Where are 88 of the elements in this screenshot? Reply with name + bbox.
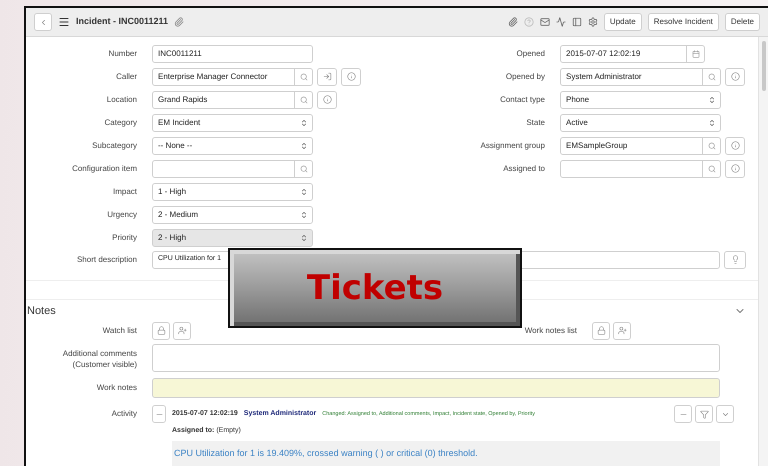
back-button[interactable] — [34, 13, 52, 31]
scrollbar[interactable] — [758, 37, 768, 466]
field-label: Impact — [112, 186, 137, 198]
select-field[interactable]: 2 - High — [152, 228, 313, 246]
field-label: Location — [106, 94, 137, 106]
lock-button[interactable] — [592, 322, 610, 340]
field-label: State — [525, 116, 545, 128]
activity-message: CPU Utilization for 1 is 19.409%, crossed warning ( ) or critical (0) threshold. — [172, 440, 720, 466]
field-label: Assigned to — [502, 162, 545, 174]
select-field[interactable]: 1 - High — [152, 182, 313, 200]
header-button[interactable]: Delete — [724, 13, 760, 31]
select-field[interactable]: 2 - Medium — [152, 206, 313, 224]
mail-icon[interactable] — [540, 17, 550, 27]
field-label: Watch list — [102, 324, 137, 337]
info-button[interactable] — [725, 136, 745, 154]
select-arrows-icon — [708, 118, 716, 126]
input-field[interactable]: 2015-07-07 12:02:19 — [560, 44, 705, 62]
paperclip-icon[interactable] — [508, 17, 518, 27]
input-field[interactable]: Grand Rapids — [152, 90, 313, 108]
field-label: Configuration item — [71, 162, 137, 174]
input-field[interactable]: System Administrator — [560, 68, 721, 86]
add-user-icon — [618, 326, 626, 336]
filter-button[interactable] — [695, 405, 713, 424]
panel-icon[interactable] — [572, 17, 582, 27]
select-field[interactable]: EM Incident — [152, 114, 313, 132]
paperclip-icon[interactable] — [174, 17, 184, 27]
lightbulb-button[interactable] — [724, 250, 746, 269]
info-icon — [322, 95, 332, 104]
window-title: Incident - INC0011211 — [76, 15, 168, 28]
field-label: Additional comments (Customer visible) — [62, 348, 137, 370]
add-user-button[interactable] — [173, 322, 191, 340]
banner-title: Tickets — [306, 266, 444, 310]
add-user-button[interactable] — [613, 322, 631, 340]
input-field[interactable]: Enterprise Manager Connector — [152, 68, 313, 86]
select-arrows-icon — [300, 234, 308, 242]
select-field[interactable]: -- None -- — [152, 136, 313, 154]
info-button[interactable] — [725, 68, 745, 86]
work-notes-field[interactable] — [152, 378, 720, 398]
field-label: Category — [104, 116, 137, 128]
sign-in-icon — [322, 72, 332, 81]
collapse-button[interactable] — [152, 405, 166, 424]
select-field[interactable]: Phone — [560, 90, 721, 108]
info-button[interactable] — [341, 68, 361, 86]
info-icon — [346, 72, 356, 81]
menu-icon[interactable] — [58, 16, 70, 28]
comments-field[interactable] — [152, 344, 720, 372]
filter-icon — [700, 410, 708, 419]
info-icon — [730, 141, 740, 150]
field-label: Assignment group — [480, 140, 545, 152]
lock-icon — [596, 326, 606, 336]
section-title: Notes — [27, 304, 56, 320]
field-label: Work notes — [96, 382, 137, 394]
add-user-icon — [178, 326, 186, 336]
input-field[interactable]: INC0011211 — [152, 44, 313, 62]
select-arrows-icon — [300, 210, 308, 218]
field-label: Activity — [110, 408, 137, 420]
input-field[interactable] — [560, 160, 721, 178]
select-arrows-icon — [300, 118, 308, 126]
select-field[interactable]: Active — [560, 114, 721, 132]
help-icon[interactable] — [524, 17, 534, 27]
header-button[interactable]: Update — [604, 13, 642, 31]
select-arrows-icon — [300, 142, 308, 150]
lock-button[interactable] — [152, 322, 170, 340]
input-field[interactable]: EMSampleGroup — [560, 136, 721, 154]
field-label: Short description — [76, 254, 137, 266]
info-button[interactable] — [317, 90, 337, 108]
field-label: Opened — [516, 48, 545, 60]
info-icon — [730, 164, 740, 173]
info-icon — [730, 72, 740, 81]
lock-icon — [156, 326, 166, 336]
settings-icon[interactable] — [588, 17, 598, 27]
input-field[interactable] — [152, 160, 313, 178]
field-label: Contact type — [499, 94, 545, 106]
field-label: Opened by — [504, 70, 545, 82]
select-arrows-icon — [300, 188, 308, 196]
field-label: Subcategory — [91, 140, 137, 152]
select-arrows-icon — [708, 96, 716, 104]
activity-icon[interactable] — [556, 17, 566, 27]
field-label: Work notes list — [524, 324, 577, 337]
collapse-button[interactable] — [674, 405, 692, 424]
expand-button[interactable] — [716, 405, 734, 424]
header-button[interactable]: Resolve Incident — [648, 13, 719, 31]
field-label: Urgency — [106, 208, 137, 220]
field-label: Number — [108, 48, 137, 60]
sign-in-button[interactable] — [317, 68, 337, 86]
field-label: Priority — [111, 232, 137, 244]
info-button[interactable] — [725, 160, 745, 178]
field-label: Caller — [115, 70, 137, 82]
